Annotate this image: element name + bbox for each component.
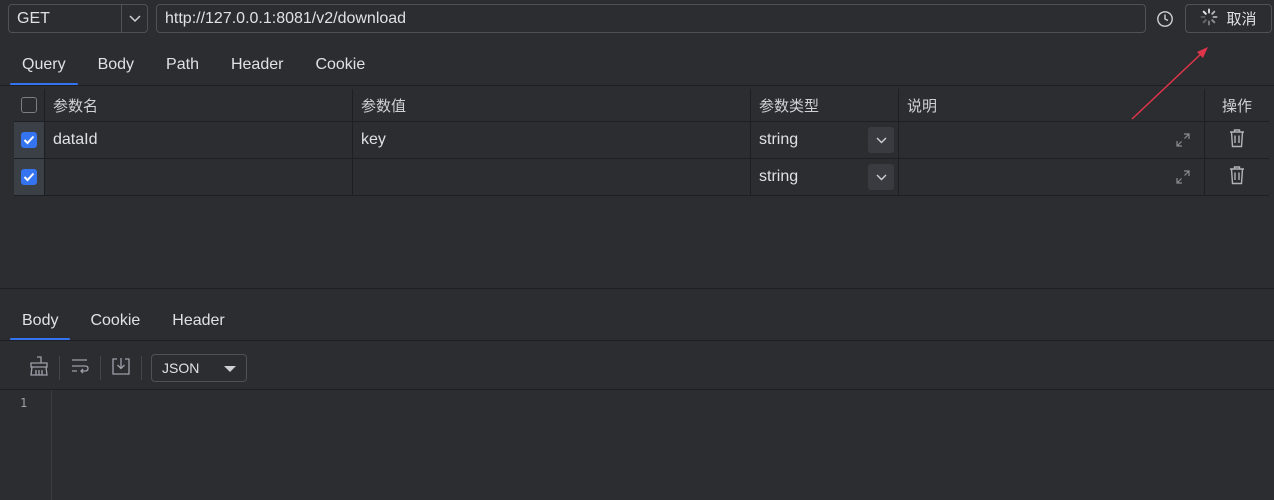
query-params-table: 参数名 参数值 参数类型 说明 操作 dataId key string str… xyxy=(14,89,1269,196)
table-row: string xyxy=(14,159,1269,196)
trash-icon[interactable] xyxy=(1228,128,1246,153)
tab-response-header[interactable]: Header xyxy=(156,300,240,341)
tab-cookie[interactable]: Cookie xyxy=(299,44,381,86)
expand-icon[interactable] xyxy=(1176,170,1190,184)
param-type-select[interactable]: string xyxy=(751,159,899,195)
tab-body[interactable]: Body xyxy=(82,44,150,86)
table-header-row: 参数名 参数值 参数类型 说明 操作 xyxy=(14,89,1269,122)
tab-header[interactable]: Header xyxy=(215,44,299,86)
delete-row-button[interactable] xyxy=(1205,122,1269,158)
method-select[interactable]: GET xyxy=(8,4,148,33)
cancel-button[interactable]: 取消 xyxy=(1185,4,1272,33)
format-value: JSON xyxy=(162,360,200,376)
column-header-type: 参数类型 xyxy=(751,89,899,121)
clear-button[interactable] xyxy=(22,352,56,384)
history-icon[interactable] xyxy=(1154,8,1176,30)
select-all-cell[interactable] xyxy=(14,89,45,121)
expand-icon[interactable] xyxy=(1176,133,1190,147)
format-select[interactable]: JSON xyxy=(151,354,247,382)
chevron-down-icon[interactable] xyxy=(868,127,894,153)
row-checkbox-cell[interactable] xyxy=(14,122,45,158)
toolbar-separator xyxy=(141,356,142,380)
divider xyxy=(0,340,1274,341)
loading-spinner-icon xyxy=(1200,8,1218,30)
param-description-input[interactable] xyxy=(899,159,1205,195)
column-header-value: 参数值 xyxy=(353,89,751,121)
param-value-input[interactable] xyxy=(353,159,751,195)
row-checkbox[interactable] xyxy=(21,169,37,185)
param-name-input[interactable]: dataId xyxy=(45,122,353,158)
request-tabs: Query Body Path Header Cookie xyxy=(6,44,381,86)
column-header-name: 参数名 xyxy=(45,89,353,121)
divider xyxy=(0,85,1274,86)
column-header-actions: 操作 xyxy=(1221,96,1252,115)
row-checkbox-cell[interactable] xyxy=(14,159,45,195)
cancel-label: 取消 xyxy=(1226,10,1257,28)
chevron-down-icon[interactable] xyxy=(121,5,147,32)
table-row: dataId key string xyxy=(14,122,1269,159)
section-divider xyxy=(0,288,1274,289)
download-button[interactable] xyxy=(104,352,138,384)
line-number: 1 xyxy=(20,396,28,410)
row-checkbox[interactable] xyxy=(21,132,37,148)
param-type-value: string xyxy=(759,131,799,148)
tab-query[interactable]: Query xyxy=(6,44,82,86)
broom-icon xyxy=(28,355,50,382)
url-value: http://127.0.0.1:8081/v2/download xyxy=(165,9,407,27)
url-input[interactable]: http://127.0.0.1:8081/v2/download xyxy=(156,4,1146,33)
column-header-description: 说明 xyxy=(899,89,1205,121)
toolbar-separator xyxy=(100,356,101,380)
divider xyxy=(0,389,1274,390)
soft-wrap-button[interactable] xyxy=(63,352,97,384)
trash-icon[interactable] xyxy=(1228,165,1246,190)
tab-response-body[interactable]: Body xyxy=(6,300,74,341)
param-name-input[interactable] xyxy=(45,159,353,195)
response-tabs: Body Cookie Header xyxy=(6,300,241,341)
param-value-input[interactable]: key xyxy=(353,122,751,158)
wrap-icon xyxy=(70,357,90,380)
select-all-checkbox[interactable] xyxy=(21,97,37,113)
response-toolbar: JSON xyxy=(22,352,247,384)
tab-path[interactable]: Path xyxy=(150,44,215,86)
chevron-down-icon[interactable] xyxy=(868,164,894,190)
param-type-value: string xyxy=(759,168,799,185)
download-icon xyxy=(111,356,131,381)
tab-response-cookie[interactable]: Cookie xyxy=(74,300,156,341)
method-value: GET xyxy=(17,9,50,27)
param-type-select[interactable]: string xyxy=(751,122,899,158)
delete-row-button[interactable] xyxy=(1205,159,1269,195)
caret-down-icon xyxy=(224,366,236,372)
toolbar-separator xyxy=(59,356,60,380)
param-description-input[interactable] xyxy=(899,122,1205,158)
